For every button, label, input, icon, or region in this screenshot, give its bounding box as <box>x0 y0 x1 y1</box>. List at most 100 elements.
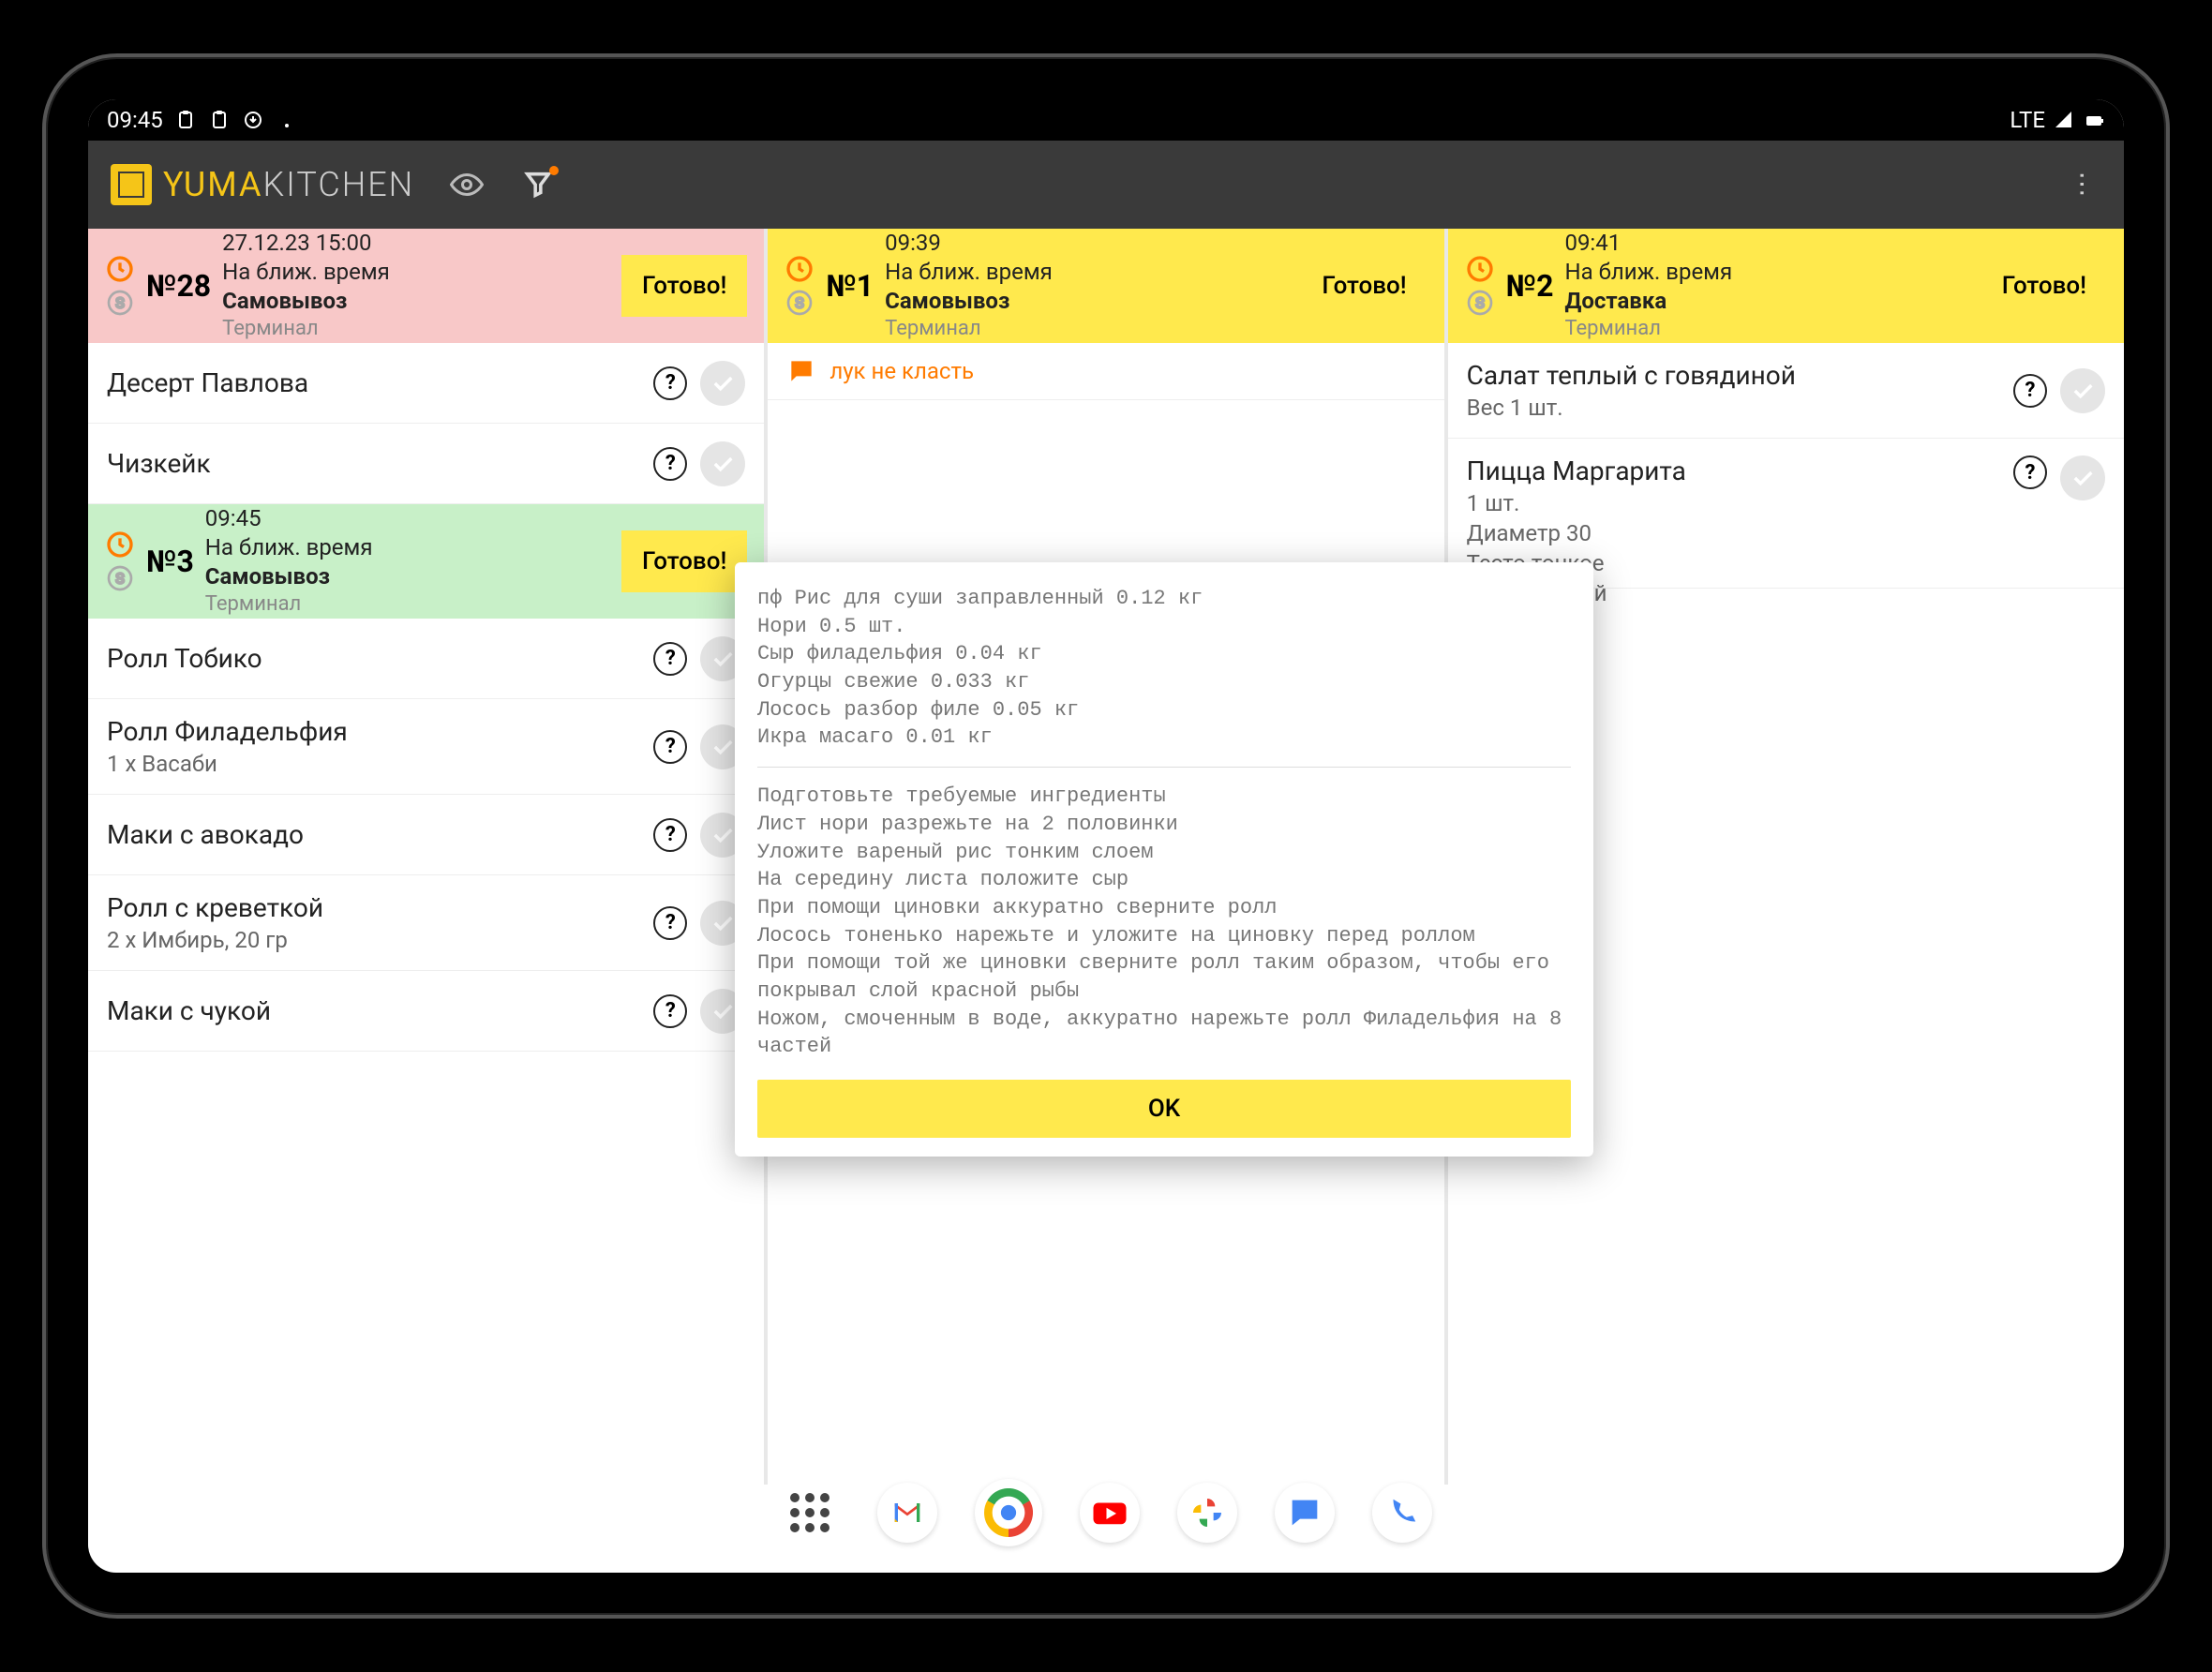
dish-row[interactable]: Ролл Тобико ? <box>88 619 764 699</box>
chrome-icon[interactable] <box>975 1479 1042 1546</box>
money-icon: S <box>105 288 135 318</box>
gmail-icon[interactable] <box>877 1483 937 1543</box>
eye-icon[interactable] <box>448 166 486 203</box>
status-time: 09:45 <box>107 107 163 133</box>
recipe-ingredients: пф Рис для суши заправленный 0.12 кг Нор… <box>757 585 1571 752</box>
order-time: 27.12.23 15:00 <box>222 229 610 258</box>
dish-name: Маки с чукой <box>107 995 640 1026</box>
info-icon[interactable]: ? <box>653 730 687 764</box>
ok-button[interactable]: OK <box>757 1080 1571 1138</box>
status-bar: 09:45 LTE <box>88 99 2124 141</box>
app-bar: YUMAKITCHEN ⋯ <box>88 141 2124 229</box>
signal-icon <box>2053 109 2075 131</box>
order-note: лук не класть <box>768 343 1443 400</box>
dish-name: Десерт Павлова <box>107 367 640 398</box>
money-icon: S <box>785 288 815 318</box>
order-slot: На ближ. время <box>1564 258 1969 287</box>
logo-text: YUMAKITCHEN <box>163 165 414 204</box>
svg-text:S: S <box>1475 293 1485 311</box>
phone-icon[interactable] <box>1372 1483 1432 1543</box>
svg-text:S: S <box>115 569 125 587</box>
filter-badge-icon <box>549 166 559 175</box>
order-time: 09:41 <box>1564 229 1969 258</box>
ready-button[interactable]: Готово! <box>1301 255 1427 317</box>
order-header[interactable]: S №2 09:41 На ближ. время Доставка Терми… <box>1448 229 2124 343</box>
battery-icon <box>2083 109 2105 131</box>
order-number: №28 <box>146 268 211 304</box>
dish-row[interactable]: Маки с авокадо ? <box>88 795 764 875</box>
dish-row[interactable]: Маки с чукой ? <box>88 971 764 1052</box>
android-dock <box>780 1479 1432 1546</box>
note-text: лук не класть <box>830 358 974 384</box>
clock-icon <box>785 254 815 284</box>
dish-sub: 1 x Васаби <box>107 751 640 777</box>
dish-sub: Вес 1 шт. <box>1467 395 2000 421</box>
order-time: 09:39 <box>885 229 1290 258</box>
dish-row[interactable]: Чизкейк ? <box>88 424 764 504</box>
dish-row[interactable]: Десерт Павлова ? <box>88 343 764 424</box>
order-header[interactable]: S №3 09:45 На ближ. время Самовывоз Терм… <box>88 504 764 619</box>
info-icon[interactable]: ? <box>653 906 687 940</box>
order-header[interactable]: S №1 09:39 На ближ. время Самовывоз Терм… <box>768 229 1443 343</box>
dish-row[interactable]: Ролл Филадельфия 1 x Васаби ? <box>88 699 764 795</box>
dish-name: Ролл с креветкой <box>107 892 640 923</box>
order-type: Самовывоз <box>205 562 610 591</box>
order-number: №2 <box>1506 268 1554 304</box>
check-icon[interactable] <box>2060 368 2105 413</box>
info-icon[interactable]: ? <box>2013 455 2047 489</box>
order-terminal: Терминал <box>205 591 610 619</box>
order-type: Доставка <box>1564 287 1969 316</box>
check-icon[interactable] <box>700 441 745 486</box>
recipe-modal: пф Рис для суши заправленный 0.12 кг Нор… <box>735 562 1593 1157</box>
order-header[interactable]: S №28 27.12.23 15:00 На ближ. время Само… <box>88 229 764 343</box>
messages-icon[interactable] <box>1275 1483 1335 1543</box>
dish-name: Ролл Тобико <box>107 643 640 674</box>
dish-name: Чизкейк <box>107 448 640 479</box>
dish-name: Ролл Филадельфия <box>107 716 640 747</box>
info-icon[interactable]: ? <box>653 447 687 481</box>
more-icon[interactable]: ⋯ <box>2064 166 2101 203</box>
clock-icon <box>105 254 135 284</box>
order-slot: На ближ. время <box>205 533 610 562</box>
apps-icon[interactable] <box>780 1483 840 1543</box>
order-type: Самовывоз <box>885 287 1290 316</box>
info-icon[interactable]: ? <box>653 994 687 1028</box>
order-type: Самовывоз <box>222 287 610 316</box>
ready-button[interactable]: Готово! <box>621 530 747 592</box>
clock-icon <box>105 530 135 560</box>
order-terminal: Терминал <box>885 316 1290 343</box>
order-number: №1 <box>826 268 874 304</box>
clipboard-icon <box>174 109 197 131</box>
download-icon <box>242 109 264 131</box>
info-icon[interactable]: ? <box>653 366 687 400</box>
dish-sub: Диаметр 30 <box>1467 520 2000 546</box>
dish-name: Пицца Маргарита <box>1467 455 2000 486</box>
order-column: S №28 27.12.23 15:00 На ближ. время Само… <box>88 229 764 1485</box>
dish-sub: 2 x Имбирь, 20 гр <box>107 927 640 953</box>
info-icon[interactable]: ? <box>2013 374 2047 408</box>
dish-name: Салат теплый с говядиной <box>1467 360 2000 391</box>
check-icon[interactable] <box>2060 455 2105 500</box>
info-icon[interactable]: ? <box>653 818 687 852</box>
dish-row[interactable]: Ролл с креветкой 2 x Имбирь, 20 гр ? <box>88 875 764 971</box>
app-logo: YUMAKITCHEN <box>111 164 414 205</box>
photos-icon[interactable] <box>1177 1483 1237 1543</box>
check-icon[interactable] <box>700 361 745 406</box>
info-icon[interactable]: ? <box>653 642 687 676</box>
recipe-steps: Подготовьте требуемые ингредиенты Лист н… <box>757 783 1571 1061</box>
ready-button[interactable]: Готово! <box>1981 255 2107 317</box>
order-time: 09:45 <box>205 504 610 533</box>
dish-name: Маки с авокадо <box>107 819 640 850</box>
order-terminal: Терминал <box>1564 316 1969 343</box>
filter-icon[interactable] <box>519 166 557 203</box>
divider <box>757 767 1571 768</box>
ready-button[interactable]: Готово! <box>621 255 747 317</box>
clock-icon <box>1465 254 1495 284</box>
svg-text:S: S <box>796 293 805 311</box>
clipboard2-icon <box>208 109 231 131</box>
dish-row[interactable]: Салат теплый с говядиной Вес 1 шт. ? <box>1448 343 2124 439</box>
svg-text:S: S <box>115 293 125 311</box>
order-terminal: Терминал <box>222 316 610 343</box>
status-network: LTE <box>2010 107 2045 133</box>
youtube-icon[interactable] <box>1080 1483 1140 1543</box>
